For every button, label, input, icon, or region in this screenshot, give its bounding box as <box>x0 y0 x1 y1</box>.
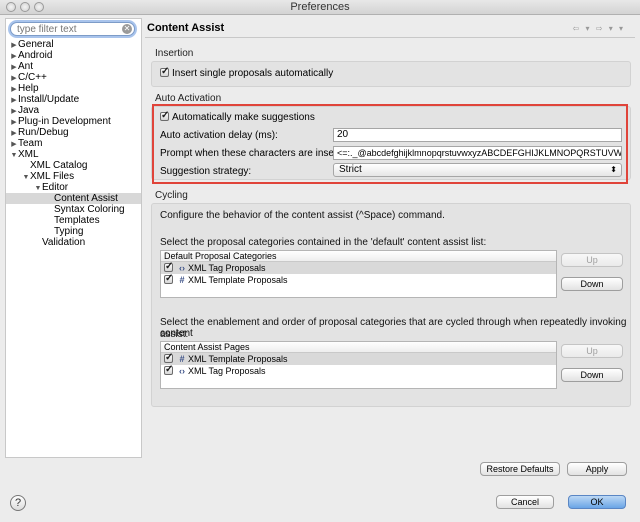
tree-item-typing[interactable]: Typing <box>6 226 141 237</box>
template-icon: # <box>179 275 185 285</box>
tree-item-label: Help <box>18 83 39 94</box>
tree-item-label: Install/Update <box>18 94 80 105</box>
tree-item-label: Editor <box>42 182 69 193</box>
cycling-group: Configure the behavior of the content as… <box>151 203 631 407</box>
insertion-group: Insert single proposals automatically <box>151 61 631 87</box>
tree-item-label: General <box>18 39 54 50</box>
tree-item-label: XML Catalog <box>30 160 88 171</box>
tree-item-templates[interactable]: Templates <box>6 215 141 226</box>
default-down-button[interactable]: Down <box>561 277 623 291</box>
tree-item-install-update[interactable]: ▶Install/Update <box>6 94 141 105</box>
filter-field[interactable]: ✕ <box>10 22 135 36</box>
tree-item-label: Typing <box>54 226 84 237</box>
ok-button[interactable]: OK <box>568 495 626 509</box>
xml-tag-icon: ‹› <box>179 366 185 376</box>
minimize-window-icon[interactable] <box>20 2 30 12</box>
category-checkbox[interactable] <box>164 261 173 273</box>
tree-item-validation[interactable]: Validation <box>6 237 141 248</box>
close-window-icon[interactable] <box>6 2 16 12</box>
page-title: Content Assist <box>147 22 225 34</box>
tree-item-label: Java <box>18 105 40 116</box>
list-item[interactable]: #XML Template Proposals <box>161 273 556 286</box>
window-title: Preferences <box>290 1 350 13</box>
category-label: XML Tag Proposals <box>188 366 266 376</box>
cycling-label: Cycling <box>155 190 188 201</box>
zoom-window-icon[interactable] <box>34 2 44 12</box>
default-up-button[interactable]: Up <box>561 253 623 267</box>
filter-input[interactable] <box>17 23 119 35</box>
preferences-window: Preferences ✕ ▶General▶Android▶Ant▶C/C++… <box>0 0 640 522</box>
help-button[interactable]: ? <box>10 495 26 511</box>
preferences-tree-panel: ✕ ▶General▶Android▶Ant▶C/C++▶Help▶Instal… <box>5 18 142 458</box>
auto-activation-highlight <box>152 104 628 184</box>
tree-item-help[interactable]: ▶Help <box>6 83 141 94</box>
tree-item-label: Content Assist <box>54 193 118 204</box>
single-proposals-option[interactable]: Insert single proposals automatically <box>160 66 334 79</box>
tree-item-label: Run/Debug <box>18 127 69 138</box>
restore-defaults-button[interactable]: Restore Defaults <box>480 462 560 476</box>
content-assist-pages-header: Content Assist Pages <box>161 342 556 353</box>
xml-tag-icon: ‹› <box>179 263 185 273</box>
category-checkbox[interactable] <box>164 273 173 285</box>
title-separator <box>145 37 635 38</box>
tree-item-c-c-[interactable]: ▶C/C++ <box>6 72 141 83</box>
tree-item-label: XML <box>18 149 39 160</box>
tree-item-label: XML Files <box>30 171 75 182</box>
template-icon: # <box>179 354 185 364</box>
list-item[interactable]: #XML Template Proposals <box>161 352 556 365</box>
tree-item-xml-files[interactable]: ▼XML Files <box>6 171 141 182</box>
default-categories-header: Default Proposal Categories <box>161 251 556 262</box>
tree-item-editor[interactable]: ▼Editor <box>6 182 141 193</box>
history-nav[interactable]: ⇦ ▾ ⇨ ▾ ▾ <box>573 24 625 33</box>
content-assist-page: Content Assist ⇦ ▾ ⇨ ▾ ▾ Insertion Inser… <box>145 18 635 476</box>
tree-item-label: Android <box>18 50 53 61</box>
single-proposals-label: Insert single proposals automatically <box>172 68 334 79</box>
preferences-tree: ▶General ▶Android ▶Ant ▶C/C++ ▶Help ▶Install/… <box>6 39 141 248</box>
title-bar: Preferences <box>0 0 640 15</box>
tree-item-xml-catalog[interactable]: XML Catalog <box>6 160 141 171</box>
default-categories-instruction: Select the proposal categories contained… <box>160 237 487 248</box>
category-checkbox[interactable] <box>164 352 173 364</box>
pages-down-button[interactable]: Down <box>561 368 623 382</box>
tree-item-team[interactable]: ▶Team <box>6 138 141 149</box>
tree-item-content-assist[interactable]: Content Assist <box>6 193 141 204</box>
view-menu-icon[interactable]: ▾ <box>619 24 625 33</box>
tree-item-syntax-coloring[interactable]: Syntax Coloring <box>6 204 141 215</box>
category-checkbox[interactable] <box>164 364 173 376</box>
tree-item-label: Team <box>18 138 43 149</box>
forward-arrow-icon[interactable]: ⇨ ▾ <box>596 24 615 33</box>
single-proposals-checkbox[interactable] <box>160 66 169 77</box>
tree-item-general[interactable]: ▶General <box>6 39 141 50</box>
cycling-description: Configure the behavior of the content as… <box>160 210 445 221</box>
tree-item-label: Templates <box>54 215 100 226</box>
list-item[interactable]: ‹›XML Tag Proposals <box>161 261 556 274</box>
apply-button[interactable]: Apply <box>567 462 627 476</box>
tree-item-java[interactable]: ▶Java <box>6 105 141 116</box>
pages-up-button[interactable]: Up <box>561 344 623 358</box>
tree-item-xml[interactable]: ▼XML <box>6 149 141 160</box>
content-assist-pages-list[interactable]: Content Assist Pages #XML Template Propo… <box>160 341 557 389</box>
back-arrow-icon[interactable]: ⇦ ▾ <box>573 24 592 33</box>
tree-item-label: Syntax Coloring <box>54 204 125 215</box>
tree-item-plug-in-development[interactable]: ▶Plug-in Development <box>6 116 141 127</box>
clear-search-icon[interactable]: ✕ <box>122 24 132 34</box>
tree-item-label: Validation <box>42 237 86 248</box>
enablement-instruction-line1: Select the enablement and order of propo… <box>160 317 627 339</box>
insertion-label: Insertion <box>155 48 194 59</box>
tree-item-ant[interactable]: ▶Ant <box>6 61 141 72</box>
list-item[interactable]: ‹›XML Tag Proposals <box>161 364 556 377</box>
tree-item-label: Ant <box>18 61 34 72</box>
auto-activation-label: Auto Activation <box>155 93 222 104</box>
default-categories-list[interactable]: Default Proposal Categories ‹›XML Tag Pr… <box>160 250 557 298</box>
cancel-button[interactable]: Cancel <box>496 495 554 509</box>
category-label: XML Template Proposals <box>188 354 288 364</box>
tree-item-run-debug[interactable]: ▶Run/Debug <box>6 127 141 138</box>
category-label: XML Tag Proposals <box>188 263 266 273</box>
tree-item-label: Plug-in Development <box>18 116 111 127</box>
tree-item-android[interactable]: ▶Android <box>6 50 141 61</box>
category-label: XML Template Proposals <box>188 275 288 285</box>
enablement-instruction-line2: assist: <box>160 329 189 340</box>
tree-item-label: C/C++ <box>18 72 47 83</box>
